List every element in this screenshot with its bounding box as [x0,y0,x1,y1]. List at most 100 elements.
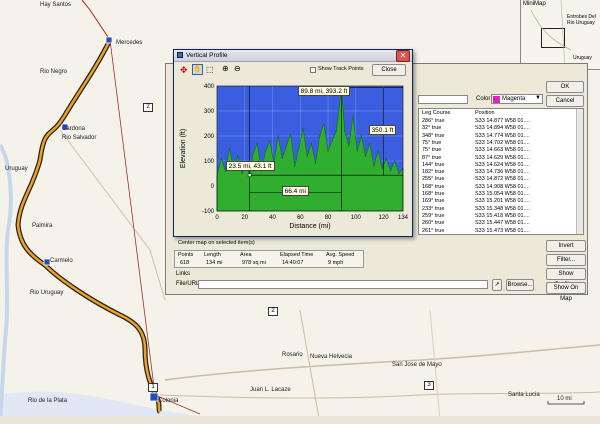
x-tick-label: 120 [379,215,390,221]
x-tick-label: 40 [269,215,276,221]
profile-toolbar: ✥ ✋ ⬚ ⊕ ⊖ Show Track Points Close [174,63,412,77]
stats-value: 9 mph [328,260,344,266]
stats-header: Points [178,252,194,258]
chevron-down-icon: ▼ [535,95,541,101]
measurement-tag: 23.5 mi, 43.1 ft [225,161,275,172]
crosshair-icon[interactable]: ✥ [180,65,188,76]
place-label: Carmelo [50,258,73,264]
elevation-point [356,150,358,152]
name-field[interactable] [418,95,468,104]
show-on-map-button[interactable]: Show On Map [546,282,586,302]
elevation-point [323,122,325,125]
table-row[interactable]: 75° true S33 14.702 W58 01.... [419,140,577,147]
close-icon[interactable]: ✕ [396,50,410,62]
table-row[interactable]: 233° true S33 15.348 W58 01.... [419,206,577,213]
place-label: Cardona [62,126,86,132]
hand-icon[interactable]: ✋ [192,64,203,75]
position-cell: S33 15.348 W58 01.... [475,205,530,212]
stats-table: Points 618 Length 134 mi Area 978 sq mi Elapse… [174,250,364,268]
table-row[interactable]: 260° true S33 15.447 W58 01.... [419,220,577,227]
stats-header: Elapsed Time [280,252,314,258]
profile-close-button[interactable]: Close [372,64,406,76]
table-row[interactable]: 75° true S33 14.663 W58 01.... [419,147,577,154]
place-label: Rio Uruguay [30,290,64,296]
cancel-button[interactable]: Cancel [546,95,584,107]
file-url-input[interactable] [198,280,488,289]
column-header[interactable]: Position [475,110,495,116]
elevation-point [314,162,317,165]
select-icon[interactable]: ⬚ [206,65,214,74]
stats-header: Length [204,252,221,258]
measurement-tag: 89.8 mi, 393.2 ft [297,85,351,96]
route-shield: 1 [148,383,158,392]
x-tick-label: 80 [325,215,332,221]
scale-label: 10 mi [557,396,572,402]
leg-course-cell: 169° true [422,198,445,205]
leg-course-cell: 260° true [422,220,445,227]
table-row[interactable]: 169° true S33 15.201 W58 01.... [419,198,577,205]
table-row[interactable]: 144° true S33 14.624 W58 01.... [419,162,577,169]
minimap-panel[interactable]: MiniMap Entrobes Del Rio Uruguay Uruguay [520,0,600,70]
stats-value: 14:40:07 [282,260,304,266]
stats-header: Avg. Speed [326,252,355,258]
leg-course-cell: 348° true [422,132,445,139]
position-cell: S33 14.629 W58 01.... [475,154,530,161]
table-scrollbar[interactable] [576,109,583,234]
y-tick-label: 0 [211,184,215,190]
elevation-point [256,142,258,145]
ok-button[interactable]: OK [546,81,584,93]
filter-button[interactable]: Filter... [546,254,586,266]
point-a-marker [247,173,252,177]
column-header[interactable]: Leg Course [422,110,450,116]
y-tick-label: 200 [204,134,215,140]
leg-course-cell: 259° true [422,212,445,219]
position-cell: S33 14.663 W58 01.... [475,147,530,154]
river-uruguay [0,143,13,424]
elevation-point [285,145,288,147]
place-label: Rio de la Plata [28,398,68,404]
center-map-checkbox-label[interactable]: Center map on selected item(s) [178,240,255,246]
y-tick-label: 300 [204,109,215,115]
leg-course-cell: 168° true [422,183,445,190]
stats-value: 134 mi [206,260,223,266]
points-table[interactable]: Leg Course Position 286° true S33 14.877 … [418,108,584,235]
place-label: Uruguay [5,166,28,172]
position-cell: S33 14.908 W58 01.... [475,183,530,190]
table-row[interactable]: 87° true S33 14.629 W58 01.... [419,155,577,162]
links-label: Links [176,271,191,277]
show-profile-button[interactable]: Show Profile... [546,268,586,288]
table-row[interactable]: 348° true S33 14.774 W58 01.... [419,133,577,140]
elevation-point [335,130,337,132]
zoom-out-icon[interactable]: ⊖ [234,64,241,73]
vertical-profile-window[interactable]: Vertical Profile ✕ ✥ ✋ ⬚ ⊕ ⊖ Show Track … [173,49,413,237]
invert-button[interactable]: Invert [546,240,586,252]
elevation-point [360,135,362,137]
table-row[interactable]: 255° true S33 14.872 W58 01.... [419,176,577,183]
position-cell: S33 15.418 W58 01.... [475,212,530,219]
minimap-roads [530,0,572,70]
table-row[interactable]: 286° true S33 14.877 W58 01.... [419,118,577,125]
elevation-chart[interactable]: -10001002003004000 20 40 60 80 100 120 134Dista… [175,78,411,236]
browse-button[interactable]: Browse... [506,279,534,291]
elevation-point [310,142,312,145]
table-row[interactable]: 168° true S33 14.908 W58 01.... [419,184,577,191]
position-cell: S33 14.872 W58 01.... [475,176,530,183]
link-icon: ↗ [494,282,500,288]
elevation-point [277,135,279,137]
zoom-in-icon[interactable]: ⊕ [222,64,229,73]
table-row[interactable]: 261° true S33 15.473 W58 01.... [419,228,577,235]
color-select[interactable]: Magenta ▼ [491,94,543,104]
open-link-button[interactable]: ↗ [492,279,502,291]
place-label: Colonia [158,398,179,404]
stats-header: Area [240,252,252,258]
table-row[interactable]: 32° true S33 14.894 W58 01.... [419,125,577,132]
table-row[interactable]: 259° true S33 15.418 W58 01.... [419,213,577,220]
table-row[interactable]: 182° true S33 14.736 W58 01.... [419,169,577,176]
elevation-point [389,170,392,172]
profile-titlebar[interactable]: Vertical Profile ✕ [174,50,412,62]
leg-course-cell: 233° true [422,205,445,212]
elevation-point [319,135,321,137]
show-track-points-checkbox[interactable] [310,67,316,73]
elevation-point [264,150,267,152]
table-row[interactable]: 168° true S33 15.054 W58 01.... [419,191,577,198]
